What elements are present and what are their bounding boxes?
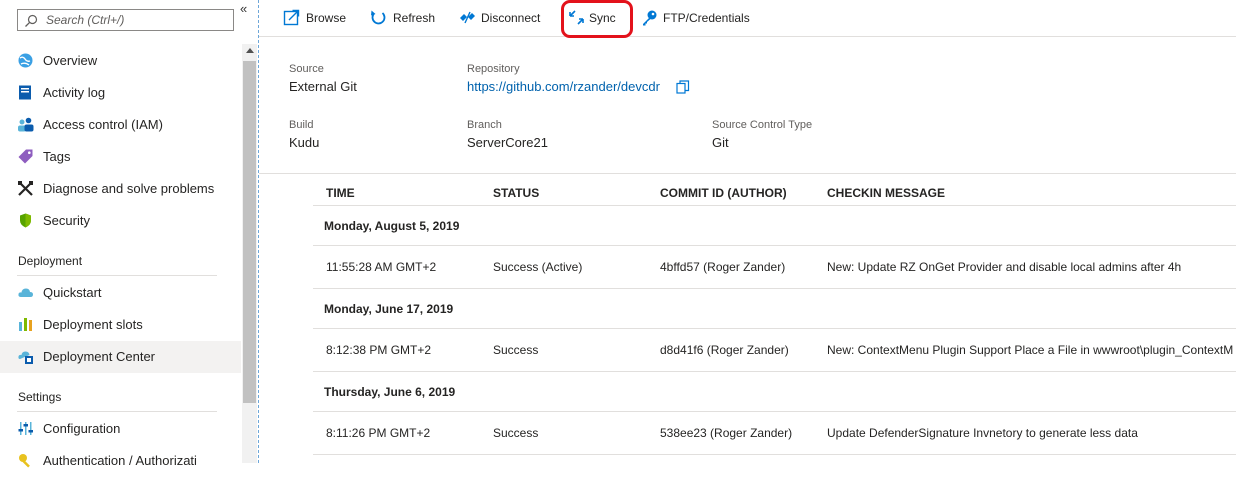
sidebar-item-configuration[interactable]: Configuration (0, 413, 241, 445)
sidebar-item-authentication[interactable]: Authentication / Authorizati (0, 445, 241, 477)
source-control-type-value: Git (712, 135, 729, 150)
menu-scrollbar-thumb[interactable] (243, 61, 256, 403)
search-icon (25, 14, 38, 27)
repository-label: Repository (467, 63, 520, 75)
source-value: External Git (289, 79, 357, 94)
key-icon (643, 10, 657, 26)
refresh-icon (371, 10, 386, 25)
sidebar-item-access-control[interactable]: Access control (IAM) (0, 109, 241, 141)
slots-icon (19, 318, 32, 331)
tag-icon (18, 149, 33, 164)
refresh-button[interactable]: Refresh (369, 0, 441, 36)
cell-status: Success (493, 426, 539, 440)
sidebar-item-label: Access control (IAM) (43, 117, 163, 132)
cell-commit: 4bffd57 (Roger Zander) (660, 260, 786, 274)
sidebar-item-label: Diagnose and solve problems (43, 181, 215, 196)
browse-label: Browse (306, 11, 347, 25)
branch-value: ServerCore21 (467, 135, 548, 150)
group-divider (17, 411, 217, 412)
source-label: Source (289, 63, 324, 75)
section-divider (259, 173, 1236, 174)
sidebar-item-label: Deployment Center (43, 349, 155, 364)
external-link-icon (283, 9, 300, 26)
resource-menu: « Overview Activity log Access control (… (0, 0, 258, 468)
ftp-credentials-label: FTP/Credentials (663, 11, 750, 25)
disconnect-icon (460, 11, 475, 24)
cell-time: 8:12:38 PM GMT+2 (326, 343, 432, 357)
scroll-up-arrow-icon[interactable] (246, 48, 254, 53)
sidebar-item-label: Security (43, 213, 90, 228)
date-group-header: Monday, August 5, 2019 (313, 206, 1236, 246)
column-header-commit[interactable]: COMMIT ID (AUTHOR) (660, 186, 787, 200)
group-header-deployment: Deployment (18, 254, 83, 268)
sidebar-item-label: Configuration (43, 421, 121, 436)
ftp-credentials-button[interactable]: FTP/Credentials (641, 0, 751, 36)
activity-log-icon (19, 85, 31, 100)
sidebar-item-label: Deployment slots (43, 317, 143, 332)
globe-icon (18, 53, 33, 68)
blade-splitter[interactable] (258, 0, 259, 463)
sidebar-item-overview[interactable]: Overview (0, 45, 241, 77)
sidebar-item-label: Activity log (43, 85, 106, 100)
cell-commit: d8d41f6 (Roger Zander) (660, 343, 789, 357)
table-row[interactable]: 11:55:28 AM GMT+2 Success (Active) 4bffd… (313, 246, 1236, 288)
search-input[interactable] (46, 12, 230, 28)
column-header-status[interactable]: STATUS (493, 186, 539, 200)
shield-icon (20, 213, 31, 228)
row-divider (313, 454, 1236, 455)
deployment-center-icon (18, 351, 33, 364)
build-value: Kudu (289, 135, 320, 150)
source-control-type-label: Source Control Type (712, 119, 813, 131)
sidebar-item-label: Overview (43, 53, 98, 68)
key-icon (19, 454, 30, 468)
cloud-icon (18, 288, 33, 297)
date-group-label: Thursday, June 6, 2019 (324, 385, 456, 399)
people-icon (18, 117, 34, 132)
group-header-settings: Settings (18, 390, 62, 404)
cell-time: 11:55:28 AM GMT+2 (326, 260, 437, 274)
build-label: Build (289, 119, 314, 131)
branch-label: Branch (467, 119, 502, 131)
sidebar-item-label: Quickstart (43, 285, 102, 300)
copy-icon[interactable] (676, 80, 690, 94)
refresh-label: Refresh (393, 11, 436, 25)
sidebar-item-diagnose[interactable]: Diagnose and solve problems (0, 173, 241, 205)
table-row[interactable]: 8:12:38 PM GMT+2 Success d8d41f6 (Roger … (313, 329, 1236, 371)
date-group-label: Monday, August 5, 2019 (324, 219, 460, 233)
cell-status: Success (493, 343, 539, 357)
disconnect-button[interactable]: Disconnect (458, 0, 548, 36)
sidebar-item-activity-log[interactable]: Activity log (0, 77, 241, 109)
sidebar-item-deployment-slots[interactable]: Deployment slots (0, 309, 241, 341)
date-group-header: Monday, June 17, 2019 (313, 289, 1236, 329)
column-header-time[interactable]: TIME (326, 186, 355, 200)
sidebar-item-deployment-center[interactable]: Deployment Center (0, 341, 241, 373)
disconnect-label: Disconnect (481, 11, 541, 25)
sidebar-item-security[interactable]: Security (0, 205, 241, 237)
wrench-icon (18, 181, 33, 196)
sidebar-item-tags[interactable]: Tags (0, 141, 241, 173)
table-row[interactable]: 8:11:26 PM GMT+2 Success 538ee23 (Roger … (313, 412, 1236, 454)
column-header-message[interactable]: CHECKIN MESSAGE (827, 186, 945, 200)
cell-message: New: ContextMenu Plugin Support Place a … (827, 343, 1234, 357)
browse-button[interactable]: Browse (282, 0, 352, 36)
repository-link[interactable]: https://github.com/rzander/devcdr (467, 79, 660, 94)
sidebar-item-label: Authentication / Authorizati (43, 453, 197, 468)
group-divider (17, 275, 217, 276)
cell-time: 8:11:26 PM GMT+2 (326, 426, 431, 440)
sync-highlight-annotation (561, 0, 633, 38)
sidebar-item-label: Tags (43, 149, 71, 164)
cell-status: Success (Active) (493, 260, 583, 274)
sidebar-item-quickstart[interactable]: Quickstart (0, 277, 241, 309)
date-group-header: Thursday, June 6, 2019 (313, 372, 1236, 412)
cell-commit: 538ee23 (Roger Zander) (660, 426, 793, 440)
cell-message: Update DefenderSignature Invnetory to ge… (827, 426, 1138, 440)
cell-message: New: Update RZ OnGet Provider and disabl… (827, 260, 1182, 274)
sliders-icon (18, 422, 33, 435)
collapse-menu-button[interactable]: « (240, 1, 247, 16)
date-group-label: Monday, June 17, 2019 (324, 302, 454, 316)
search-box[interactable] (17, 9, 234, 31)
